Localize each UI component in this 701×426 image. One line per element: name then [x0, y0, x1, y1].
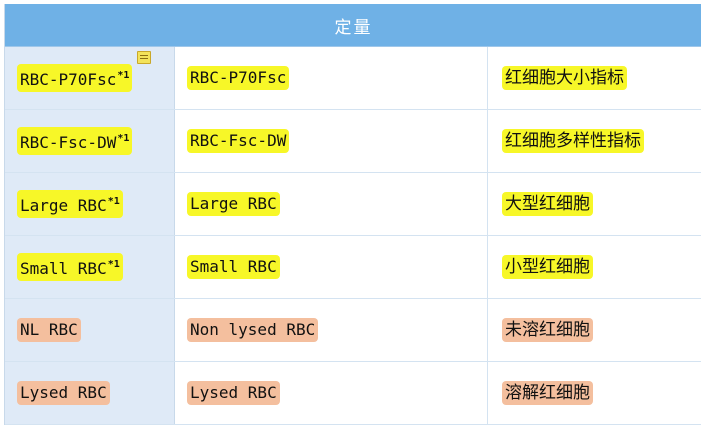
name-cell: RBC-P70Fsc: [175, 47, 488, 109]
desc-cell: 红细胞多样性指标: [488, 110, 701, 172]
param-cell: Lysed RBC: [5, 362, 175, 424]
param-cell: RBC-Fsc-DW*1: [5, 110, 175, 172]
desc-cell: 小型红细胞: [488, 236, 701, 298]
header-title: 定量: [334, 17, 373, 38]
name-cell: RBC-Fsc-DW: [175, 110, 488, 172]
desc-label: 红细胞大小指标: [502, 66, 627, 90]
param-cell: NL RBC: [5, 299, 175, 361]
name-label: Small RBC: [187, 255, 280, 279]
desc-label: 红细胞多样性指标: [502, 129, 644, 153]
name-cell: Non lysed RBC: [175, 299, 488, 361]
name-label: Non lysed RBC: [187, 318, 319, 342]
name-label: Lysed RBC: [187, 381, 280, 405]
desc-cell: 未溶红细胞: [488, 299, 701, 361]
param-cell: Small RBC*1: [5, 236, 175, 298]
desc-label: 未溶红细胞: [502, 318, 593, 342]
desc-cell: 红细胞大小指标: [488, 47, 701, 109]
param-label: NL RBC: [17, 318, 81, 342]
name-cell: Small RBC: [175, 236, 488, 298]
param-label: RBC-Fsc-DW*1: [17, 127, 133, 155]
param-cell: RBC-P70Fsc*1: [5, 47, 175, 109]
table-row: Small RBC*1 Small RBC 小型红细胞: [5, 236, 701, 299]
name-label: RBC-P70Fsc: [187, 66, 290, 90]
param-label: Lysed RBC: [17, 381, 110, 405]
name-label: RBC-Fsc-DW: [187, 129, 290, 153]
name-cell: Large RBC: [175, 173, 488, 235]
name-cell: Lysed RBC: [175, 362, 488, 424]
param-label: RBC-P70Fsc*1: [17, 64, 133, 92]
param-cell: Large RBC*1: [5, 173, 175, 235]
param-label: Large RBC*1: [17, 190, 123, 218]
param-label: Small RBC*1: [17, 253, 123, 281]
desc-cell: 大型红细胞: [488, 173, 701, 235]
name-label: Large RBC: [187, 192, 280, 216]
quantitative-table: 定量 RBC-P70Fsc*1 RBC-P70Fsc 红细胞大小指标 RBC-F…: [4, 4, 701, 425]
desc-label: 大型红细胞: [502, 192, 593, 216]
desc-cell: 溶解红细胞: [488, 362, 701, 424]
table-row: RBC-P70Fsc*1 RBC-P70Fsc 红细胞大小指标: [5, 47, 701, 110]
note-icon[interactable]: [137, 51, 151, 64]
table-row: Large RBC*1 Large RBC 大型红细胞: [5, 173, 701, 236]
table-header: 定量: [5, 4, 701, 47]
desc-label: 溶解红细胞: [502, 381, 593, 405]
table-row: NL RBC Non lysed RBC 未溶红细胞: [5, 299, 701, 362]
table-row: Lysed RBC Lysed RBC 溶解红细胞: [5, 362, 701, 425]
desc-label: 小型红细胞: [502, 255, 593, 279]
table-row: RBC-Fsc-DW*1 RBC-Fsc-DW 红细胞多样性指标: [5, 110, 701, 173]
